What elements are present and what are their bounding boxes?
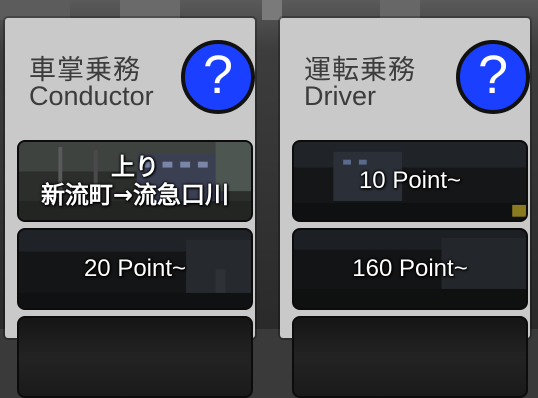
conductor-third-button[interactable]	[17, 316, 253, 398]
driver-help-button[interactable]: ?	[456, 40, 530, 114]
conductor-points-button[interactable]: 20 Point~	[17, 228, 253, 310]
driver-points-label-1: 10 Point~	[358, 167, 462, 194]
driver-points-button-1[interactable]: 10 Point~	[292, 140, 528, 222]
conductor-points-label: 20 Point~	[83, 255, 187, 282]
conductor-panel: 車掌乗務 Conductor ? 上り 新流町→流急口川 20 Point~	[5, 18, 255, 398]
conductor-title-en: Conductor	[29, 81, 154, 111]
driver-points-label-2: 160 Point~	[352, 255, 468, 282]
driver-points-button-2[interactable]: 160 Point~	[292, 228, 528, 310]
conductor-help-button[interactable]: ?	[181, 40, 255, 114]
conductor-route-button[interactable]: 上り 新流町→流急口川	[17, 140, 253, 222]
driver-title-en: Driver	[304, 81, 376, 111]
conductor-route-label: 上り 新流町→流急口川	[40, 153, 230, 209]
driver-header: 運転乗務 Driver ?	[280, 18, 530, 128]
driver-third-button[interactable]	[292, 316, 528, 398]
question-mark-icon: ?	[477, 45, 509, 105]
driver-panel: 運転乗務 Driver ? 10 Point~ 160 Point~	[280, 18, 530, 398]
conductor-header: 車掌乗務 Conductor ?	[5, 18, 255, 128]
question-mark-icon: ?	[202, 45, 234, 105]
